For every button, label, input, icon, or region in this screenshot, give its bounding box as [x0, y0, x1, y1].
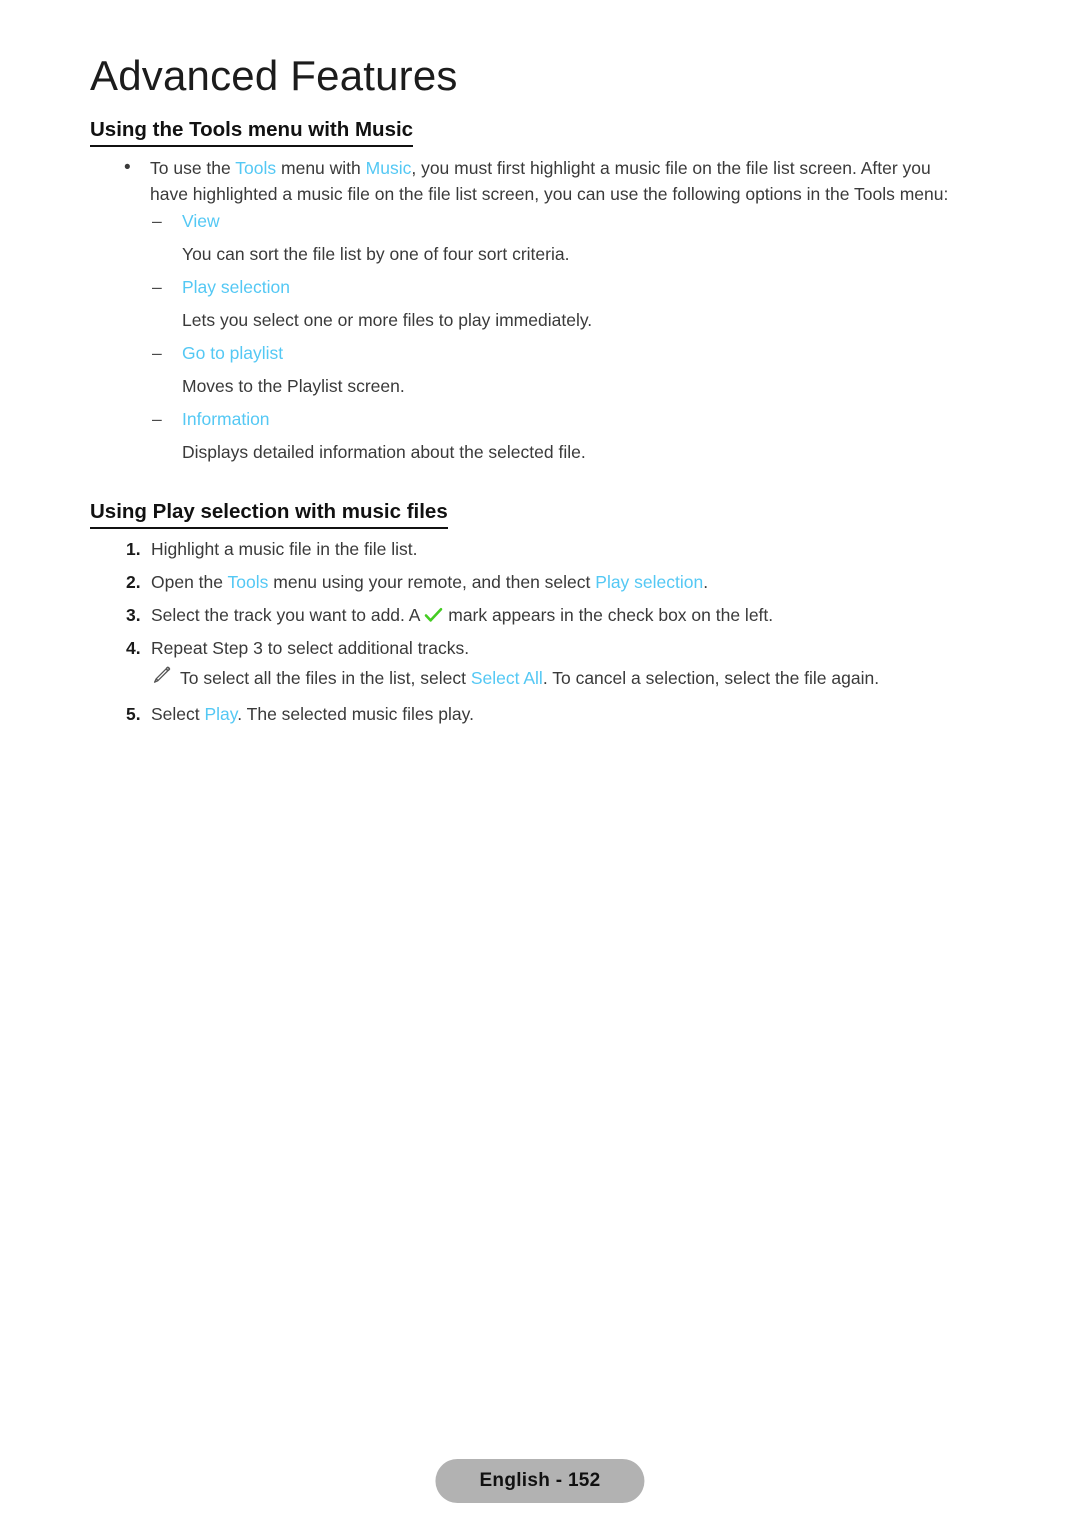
sub-item-marker-view: – [152, 211, 162, 231]
pencil-icon [150, 665, 172, 685]
term-play: Play [204, 704, 238, 724]
note-text: To select all the files in the list, sel… [180, 665, 970, 691]
footer-page-badge: English - 152 [435, 1459, 645, 1503]
check-icon [424, 607, 443, 624]
step3-pre: Select the track you want to add. A [151, 605, 425, 625]
sub-item-marker-go-to-playlist: – [152, 343, 162, 363]
sub-item-desc-view: You can sort the file list by one of fou… [182, 244, 570, 264]
note-post: . To cancel a selection, select the file… [542, 668, 880, 688]
document-page: Advanced Features Using the Tools menu w… [0, 0, 1080, 1534]
sub-item-label-play-selection: Play selection [182, 277, 290, 297]
bullet-text-part2: menu with [276, 158, 366, 178]
sub-item-marker-play-selection: – [152, 277, 162, 297]
step-text-4: Repeat Step 3 to select additional track… [151, 638, 470, 658]
term-tools: Tools [235, 158, 277, 178]
step-text-1: Highlight a music file in the file list. [151, 539, 418, 559]
page-title: Advanced Features [90, 52, 458, 99]
step-text-5: Select Play. The selected music files pl… [151, 701, 961, 727]
step5-pre: Select [151, 704, 205, 724]
step-number-2: 2. [126, 572, 141, 592]
step2-post: . [703, 572, 709, 592]
bullet-marker: • [124, 157, 131, 178]
bullet-text-part1: To use the [150, 158, 236, 178]
sub-item-label-information: Information [182, 409, 270, 429]
term-select-all: Select All [470, 668, 543, 688]
sub-item-desc-play-selection: Lets you select one or more files to pla… [182, 310, 593, 330]
sub-item-label-view: View [182, 211, 220, 231]
term-play-selection-step2: Play selection [595, 572, 704, 592]
step-number-4: 4. [126, 638, 141, 658]
step-text-2: Open the Tools menu using your remote, a… [151, 569, 961, 595]
section-heading-play-selection: Using Play selection with music files [90, 500, 448, 529]
sub-item-label-go-to-playlist: Go to playlist [182, 343, 284, 363]
note-pre: To select all the files in the list, sel… [180, 668, 471, 688]
step2-pre: Open the [151, 572, 228, 592]
step-number-5: 5. [126, 704, 141, 724]
step-text-3: Select the track you want to add. A mark… [151, 602, 961, 628]
step-number-3: 3. [126, 605, 141, 625]
section-heading-tools-menu: Using the Tools menu with Music [90, 118, 414, 147]
term-tools-step2: Tools [227, 572, 269, 592]
sub-item-desc-information: Displays detailed information about the … [182, 442, 586, 462]
term-music: Music [365, 158, 412, 178]
step5-post: . The selected music files play. [237, 704, 474, 724]
step3-post: mark appears in the check box on the lef… [443, 605, 774, 625]
sub-item-desc-go-to-playlist: Moves to the Playlist screen. [182, 376, 405, 396]
bullet-paragraph: To use the Tools menu with Music, you mu… [150, 155, 955, 207]
sub-item-marker-information: – [152, 409, 162, 429]
step2-mid: menu using your remote, and then select [268, 572, 596, 592]
step-number-1: 1. [126, 539, 141, 559]
